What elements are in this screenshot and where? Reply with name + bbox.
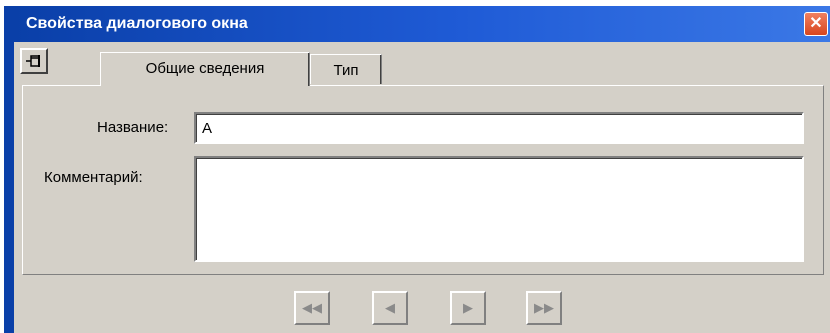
first-record-button[interactable]: ◀◀	[294, 291, 330, 325]
window-title: Свойства диалогового окна	[26, 15, 248, 32]
first-icon: ◀◀	[302, 300, 322, 315]
title-bar[interactable]: Свойства диалогового окна ✕	[14, 6, 830, 42]
dialog-window: Свойства диалогового окна ✕ Общие сведен…	[4, 6, 830, 333]
close-button[interactable]: ✕	[804, 12, 828, 36]
last-icon: ▶▶	[534, 300, 554, 315]
next-record-button[interactable]: ▶	[450, 291, 486, 325]
tab-general-label: Общие сведения	[145, 60, 265, 77]
pin-icon	[26, 55, 40, 67]
prev-record-button[interactable]: ◀	[372, 291, 408, 325]
tab-general[interactable]: Общие сведения	[100, 52, 310, 86]
tab-type[interactable]: Тип	[310, 54, 382, 84]
prev-icon: ◀	[385, 300, 395, 315]
pin-button[interactable]	[20, 48, 48, 74]
tab-type-label: Тип	[333, 62, 359, 79]
name-field[interactable]	[194, 112, 804, 144]
comment-label: Комментарий:	[44, 169, 143, 186]
next-icon: ▶	[463, 300, 473, 315]
comment-field[interactable]	[194, 156, 804, 262]
last-record-button[interactable]: ▶▶	[526, 291, 562, 325]
name-label: Название:	[97, 119, 169, 136]
